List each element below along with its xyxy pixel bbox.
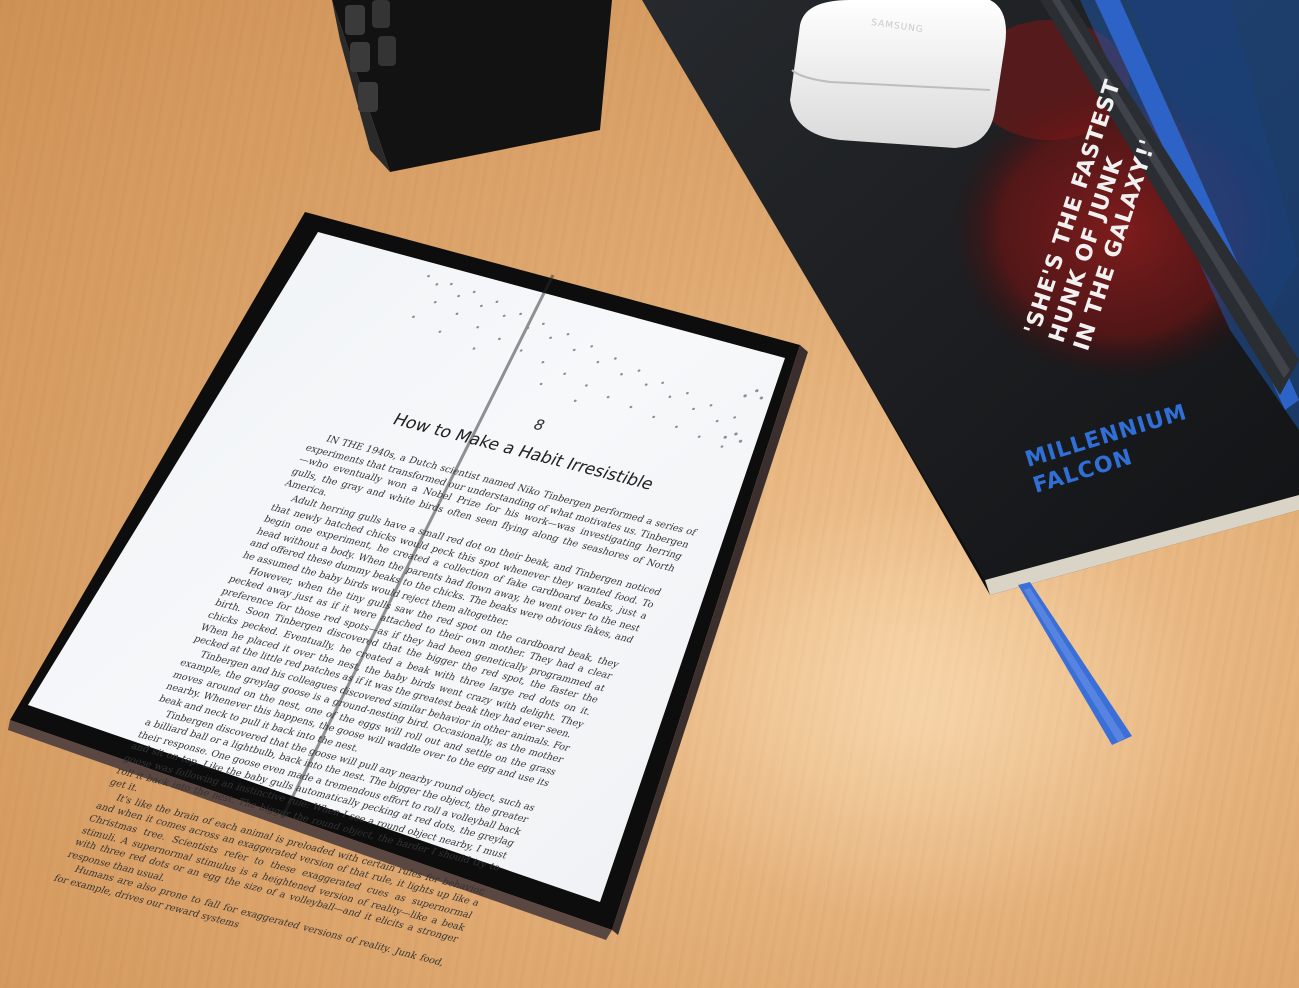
cube-object (332, 0, 612, 172)
